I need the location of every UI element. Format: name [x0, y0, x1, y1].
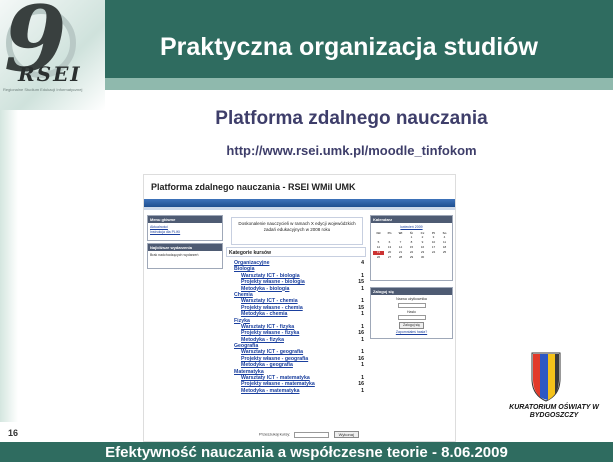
calendar-day[interactable]: 25 — [439, 250, 450, 255]
calendar-day-header: Wt — [398, 230, 403, 235]
username-input[interactable] — [397, 302, 426, 308]
course-search: Przeszukaj kursy: Wykonaj — [259, 431, 359, 438]
course-link[interactable]: Metodyka - biologia — [241, 286, 289, 292]
course-link[interactable]: Metodyka - chemia — [241, 311, 287, 317]
course-link[interactable]: Projekty własne - biologia — [241, 279, 305, 285]
course-link[interactable]: Warsztaty ICT - biologia — [241, 273, 300, 279]
block-main-menu: Menu główne Aktualności Instrukcja dla P… — [147, 215, 223, 241]
slide-title: Praktyczna organizacja studiów — [160, 33, 538, 61]
course-link[interactable]: Metodyka - matematyka — [241, 388, 300, 394]
password-input[interactable] — [397, 315, 426, 321]
login-button[interactable]: Zaloguj się — [399, 322, 424, 329]
slide: 9 RSEI Regionalne Studium Edukacji Infor… — [0, 0, 613, 462]
course-link[interactable]: Projekty własne - fizyka — [241, 330, 299, 336]
course-list: Organizacyjne 4 Biologia Warsztaty ICT - bi… — [234, 260, 364, 394]
slide-subtitle: Platforma zdalnego nauczania — [215, 108, 488, 129]
course-link[interactable]: Matematyka — [234, 369, 264, 375]
calendar-day[interactable]: 30 — [417, 255, 428, 260]
course-count: 1 — [361, 387, 364, 394]
password-label: Hasło — [407, 309, 416, 314]
search-input[interactable] — [294, 431, 330, 438]
menu-link-guide[interactable]: Instrukcja dla PLIKI — [150, 230, 220, 235]
intro-box: Doskonalenie nauczycieli w ramach X edyc… — [231, 217, 363, 245]
username-label: Nazwa użytkownika — [396, 297, 427, 301]
header-underline — [105, 78, 613, 90]
course-link[interactable]: Warsztaty ICT - matematyka — [241, 375, 310, 381]
forgot-password-link[interactable]: Zapomniałeś hasła? — [373, 330, 450, 335]
course-row: Metodyka - matematyka 1 — [234, 388, 364, 394]
moodle-nav-bar-light — [144, 207, 455, 210]
kuratorium-logo-text: KURATORIUM OŚWIATY W BYDGOSZCZY — [509, 404, 599, 419]
calendar-day-header: Nd — [376, 230, 381, 235]
course-link[interactable]: Projekty własne - chemia — [241, 305, 303, 311]
course-link[interactable]: Warsztaty ICT - fizyka — [241, 324, 294, 330]
rsei-logo: 9 RSEI Regionalne Studium Edukacji Infor… — [0, 0, 105, 110]
calendar-day[interactable]: 24 — [428, 250, 439, 255]
calendar-grid: Nd Pn Wt Śr Cz Pt So 1 2 3 4 5 6 7 8 9 10 11 12 13 14 15 16 17 1… — [373, 230, 450, 260]
course-link[interactable]: Geografia — [234, 343, 258, 349]
page-number: 16 — [8, 428, 19, 438]
moodle-screenshot: Platforma zdalnego nauczania - RSEI WMiI… — [143, 174, 456, 442]
block-login: Zaloguj się Nazwa użytkownika Hasło Zalo… — [370, 287, 453, 339]
calendar-day[interactable]: 28 — [395, 255, 406, 260]
footer-band: Efektywność nauczania a współczesne teor… — [0, 442, 613, 462]
course-link[interactable]: Fizyka — [234, 318, 250, 324]
calendar-day[interactable]: 26 — [373, 255, 384, 260]
course-link[interactable]: Chemia — [234, 292, 253, 298]
course-link[interactable]: Biologia — [234, 266, 254, 272]
block-upcoming-title: Najbliższe wydarzenia — [148, 244, 222, 251]
block-upcoming: Najbliższe wydarzenia Brak nadchodzących… — [147, 243, 223, 269]
course-link[interactable]: Organizacyjne — [234, 260, 269, 266]
login-title: Zaloguj się — [371, 288, 452, 295]
search-label: Przeszukaj kursy: — [259, 431, 291, 437]
calendar-day[interactable]: 29 — [406, 255, 417, 260]
logo-caption: Regionalne Studium Edukacji Informatyczn… — [3, 87, 83, 92]
course-link[interactable]: Warsztaty ICT - geografia — [241, 349, 303, 355]
calendar-day-header: Pn — [387, 230, 392, 235]
block-calendar: Kalendarz kwiecień 2009 Nd Pn Wt Śr Cz Pt So 1 2… — [370, 215, 453, 281]
calendar-day — [428, 256, 439, 260]
course-link[interactable]: Projekty własne - geografia — [241, 356, 308, 362]
block-main-menu-title: Menu główne — [148, 216, 222, 223]
slide-url[interactable]: http://www.rsei.umk.pl/moodle_tinfokom — [0, 143, 613, 158]
moodle-nav-bar — [144, 199, 455, 207]
search-button[interactable]: Wykonaj — [333, 431, 359, 438]
course-link[interactable]: Projekty własne - matematyka — [241, 381, 315, 387]
calendar-day — [439, 256, 450, 260]
block-upcoming-text: Brak nadchodzących wydarzeń — [150, 253, 199, 257]
course-link[interactable]: Metodyka - geografia — [241, 362, 293, 368]
calendar-day[interactable]: 27 — [384, 255, 395, 260]
categories-heading: Kategorie kursów — [226, 247, 366, 257]
course-link[interactable]: Metodyka - fizyka — [241, 337, 284, 343]
logo-text: RSEI — [18, 62, 82, 86]
calendar-month[interactable]: kwiecień 2009 — [373, 225, 450, 230]
course-link[interactable]: Warsztaty ICT - chemia — [241, 298, 298, 304]
calendar-title: Kalendarz — [371, 216, 452, 223]
kuratorium-logo-icon — [531, 352, 561, 402]
moodle-page-title: Platforma zdalnego nauczania - RSEI WMiI… — [151, 182, 356, 192]
